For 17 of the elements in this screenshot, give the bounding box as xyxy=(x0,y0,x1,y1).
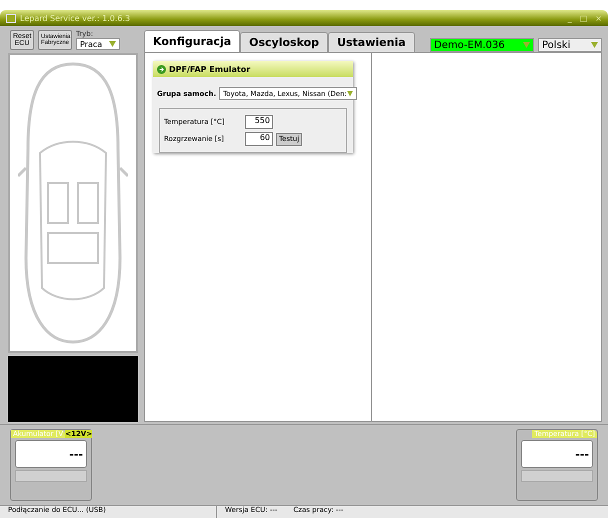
language-select[interactable]: Polski xyxy=(538,38,602,52)
tab[interactable]: Ustawienia xyxy=(328,32,415,52)
device-select[interactable]: Demo-EM.036 xyxy=(430,38,534,52)
gauge-value: --- xyxy=(521,440,593,468)
tab[interactable]: Konfiguracja xyxy=(144,30,240,52)
arrow-right-icon xyxy=(157,64,166,74)
tab[interactable]: Oscyloskop xyxy=(240,32,328,52)
app-icon xyxy=(6,14,16,22)
gauge-bar xyxy=(15,470,87,482)
card-title: DPF/FAP Emulator xyxy=(169,64,250,74)
window-title: Lepard Service ver.: 1.0.6.3 xyxy=(20,14,130,22)
mode-select[interactable]: Praca xyxy=(76,38,120,50)
gauge-value: --- xyxy=(15,440,87,468)
input-field[interactable]: 60 xyxy=(245,132,273,146)
gauge-bar xyxy=(521,470,593,482)
window-control[interactable]: _ xyxy=(568,14,572,22)
input-field[interactable]: 550 xyxy=(245,115,273,129)
